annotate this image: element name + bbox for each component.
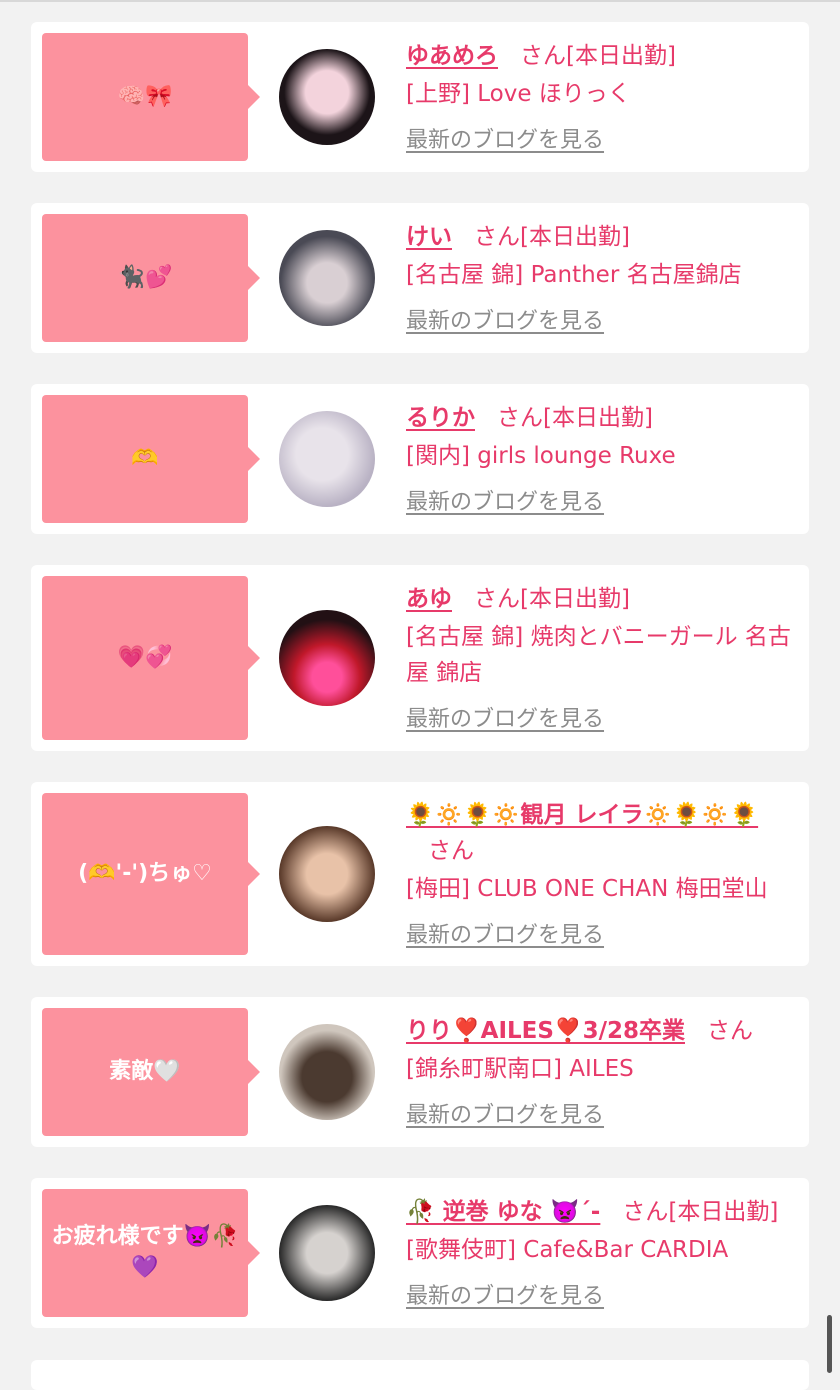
message-text: 🐈‍⬛💕	[117, 264, 173, 290]
message-bubble: 💗💞	[42, 576, 260, 740]
latest-blog-link[interactable]: 最新のブログを見る	[406, 1101, 604, 1131]
honorific: さん	[497, 405, 543, 431]
cast-card: 素敵🤍 りり❣️AILES❣️3/28卒業 さん [錦糸町駅南口] AILES 最…	[31, 997, 809, 1147]
status-text: [本日出勤]	[668, 1199, 779, 1225]
message-text: 🫶	[131, 445, 159, 471]
shop-name: [上野] Love ほりっく	[406, 81, 631, 107]
shop-name: [梅田] CLUB ONE CHAN 梅田堂山	[406, 876, 768, 902]
avatar[interactable]	[279, 411, 375, 507]
status-text: [本日出勤]	[566, 43, 676, 69]
latest-blog-link[interactable]: 最新のブログを見る	[406, 126, 604, 156]
latest-blog-link[interactable]: 最新のブログを見る	[406, 1282, 604, 1312]
honorific: さん	[474, 224, 520, 250]
cast-name-link[interactable]: けい	[406, 224, 452, 250]
avatar[interactable]	[279, 610, 375, 706]
status-text: [本日出勤]	[520, 586, 630, 612]
top-divider	[0, 0, 840, 2]
cast-name-link[interactable]: ゆあめろ	[406, 43, 498, 69]
avatar[interactable]	[279, 49, 375, 145]
message-bubble: 🐈‍⬛💕	[42, 214, 260, 342]
cast-card: 💗💞 あゆ さん[本日出勤] [名古屋 錦] 焼肉とバニーガール 名古屋 錦店 最…	[31, 565, 809, 751]
shop-name: [関内] girls lounge Ruxe	[406, 443, 676, 469]
message-bubble: (🫶'-')ちゅ♡	[42, 793, 260, 955]
cast-name-link[interactable]: るりか	[406, 405, 475, 431]
cast-card: (🫶'-')ちゅ♡ 🌻🔅🌻🔅観月 レイラ🔅🌻🔅🌻 さん [梅田] CLUB ONE…	[31, 782, 809, 966]
latest-blog-link[interactable]: 最新のブログを見る	[406, 307, 604, 337]
latest-blog-link[interactable]: 最新のブログを見る	[406, 488, 604, 518]
shop-name: [歌舞伎町] Cafe&Bar CARDIA	[406, 1237, 729, 1263]
honorific: さん	[622, 1199, 669, 1225]
scrollbar[interactable]	[827, 1315, 832, 1373]
message-text: 🧠🎀	[117, 83, 173, 109]
message-text: お疲れ様です👿🥀💜	[51, 1224, 239, 1280]
message-text: 素敵🤍	[109, 1058, 181, 1084]
cast-name-link[interactable]: りり❣️AILES❣️3/28卒業	[406, 1018, 685, 1044]
shop-name: [名古屋 錦] Panther 名古屋錦店	[406, 262, 742, 288]
status-text: [本日出勤]	[520, 224, 630, 250]
shop-name: [名古屋 錦] 焼肉とバニーガール 名古屋 錦店	[406, 624, 791, 686]
cast-card: 🐈‍⬛💕 けい さん[本日出勤] [名古屋 錦] Panther 名古屋錦店 最新…	[31, 203, 809, 353]
honorific: さん	[428, 838, 474, 864]
honorific: さん	[474, 586, 520, 612]
message-text: (🫶'-')ちゅ♡	[78, 860, 212, 886]
cast-name-link[interactable]: 🌻🔅🌻🔅観月 レイラ🔅🌻🔅🌻	[406, 802, 758, 828]
message-bubble: お疲れ様です👿🥀💜	[42, 1189, 260, 1317]
cast-card: 🧠🎀 ゆあめろ さん[本日出勤] [上野] Love ほりっく 最新のブログを見る	[31, 22, 809, 172]
message-bubble: 素敵🤍	[42, 1008, 260, 1136]
avatar[interactable]	[279, 1205, 375, 1301]
latest-blog-link[interactable]: 最新のブログを見る	[406, 705, 604, 735]
avatar[interactable]	[279, 1024, 375, 1120]
message-text: 💗💞	[117, 644, 173, 670]
cast-name-link[interactable]: あゆ	[406, 586, 452, 612]
cast-card: 🫶 るりか さん[本日出勤] [関内] girls lounge Ruxe 最新の…	[31, 384, 809, 534]
shop-name: [錦糸町駅南口] AILES	[406, 1056, 634, 1082]
latest-blog-link[interactable]: 最新のブログを見る	[406, 921, 604, 951]
message-bubble: 🧠🎀	[42, 33, 260, 161]
message-bubble: 🫶	[42, 395, 260, 523]
cast-name-link[interactable]: 🥀 逆巻 ゆな 👿´-	[406, 1199, 600, 1225]
next-card-partial	[31, 1360, 809, 1390]
avatar[interactable]	[279, 826, 375, 922]
honorific: さん	[706, 1018, 753, 1044]
cast-card: お疲れ様です👿🥀💜 🥀 逆巻 ゆな 👿´- さん[本日出勤] [歌舞伎町] Caf…	[31, 1178, 809, 1328]
avatar[interactable]	[279, 230, 375, 326]
cast-blog-list: 🧠🎀 ゆあめろ さん[本日出勤] [上野] Love ほりっく 最新のブログを見る…	[31, 22, 809, 1359]
status-text: [本日出勤]	[543, 405, 653, 431]
honorific: さん	[520, 43, 566, 69]
